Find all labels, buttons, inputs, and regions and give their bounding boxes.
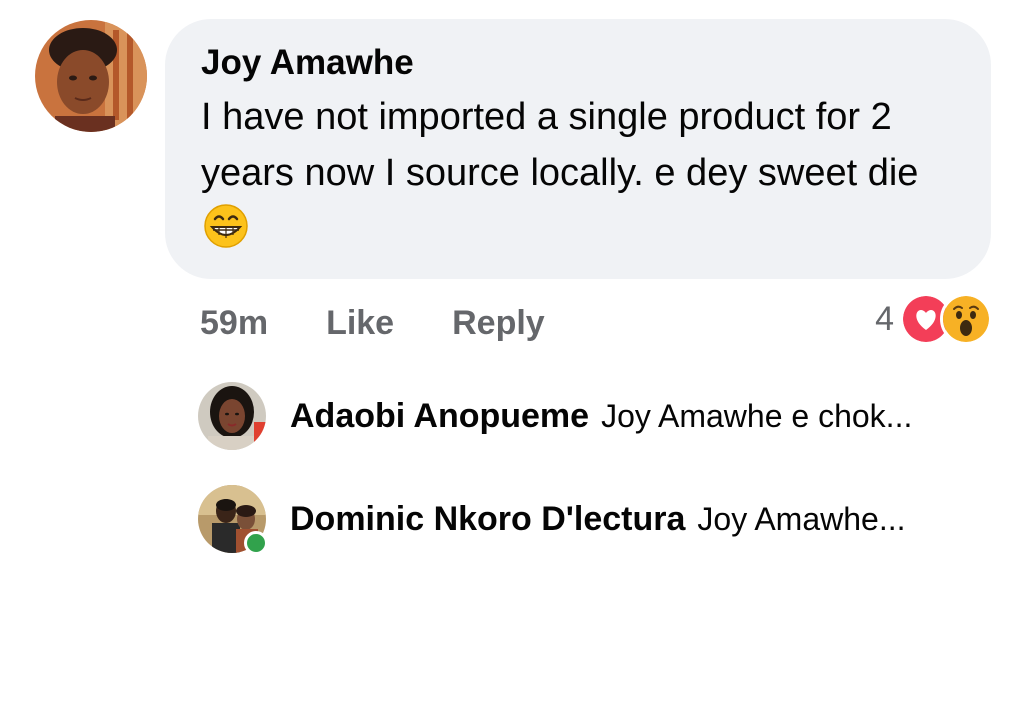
reply-avatar[interactable] <box>198 485 268 555</box>
like-button[interactable]: Like <box>326 304 394 343</box>
comment-body: I have not imported a single product for… <box>201 89 961 257</box>
reply-avatar[interactable] <box>198 382 266 450</box>
reply-item[interactable]: Dominic Nkoro D'lectura Joy Amawhe... <box>198 484 905 555</box>
avatar-image <box>35 20 147 132</box>
reaction-count: 4 <box>875 299 894 338</box>
wow-icon <box>940 293 992 345</box>
reply-snippet[interactable]: Joy Amawhe e chok... <box>601 398 912 435</box>
online-status-indicator <box>244 531 268 555</box>
reaction-summary[interactable]: 4 <box>875 293 992 345</box>
avatar-image <box>198 382 266 450</box>
comment-actions: 59m Like Reply <box>200 300 603 346</box>
reply-snippet[interactable]: Joy Amawhe... <box>697 501 905 538</box>
reply-author[interactable]: Adaobi Anopueme <box>290 397 589 436</box>
comment-bubble: Joy Amawhe I have not imported a single … <box>165 19 991 279</box>
reply-button[interactable]: Reply <box>452 304 545 343</box>
reply-author[interactable]: Dominic Nkoro D'lectura <box>290 500 685 539</box>
comment-author[interactable]: Joy Amawhe <box>201 41 961 85</box>
comment-timestamp[interactable]: 59m <box>200 304 268 343</box>
avatar[interactable] <box>35 20 147 132</box>
comment-text: I have not imported a single product for… <box>201 96 919 194</box>
reply-item[interactable]: Adaobi Anopueme Joy Amawhe e chok... <box>198 381 912 451</box>
grinning-face-emoji-icon <box>203 203 249 249</box>
comment-thread: Joy Amawhe I have not imported a single … <box>0 0 1024 720</box>
